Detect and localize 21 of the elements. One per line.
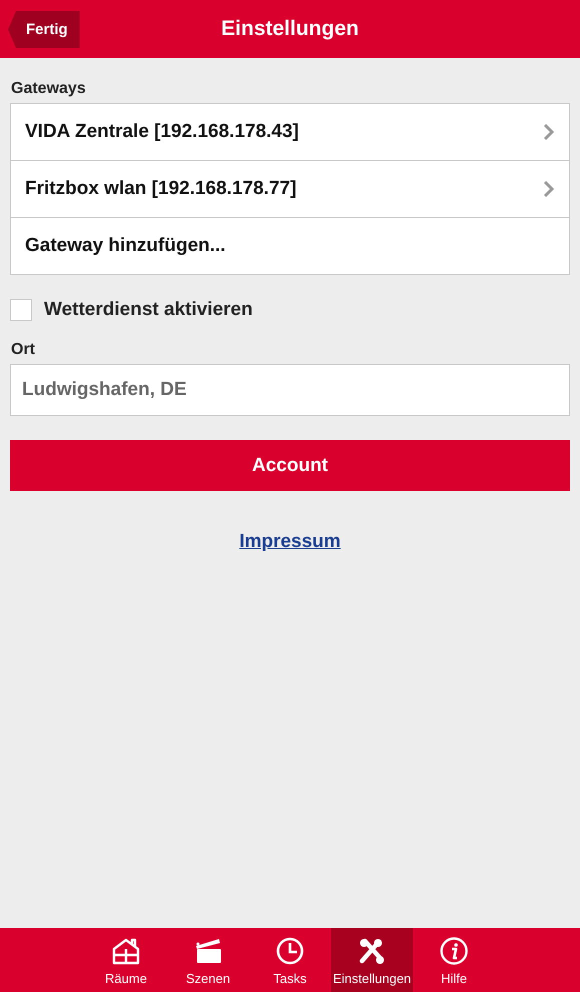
screen-title: Einstellungen (221, 17, 359, 41)
back-button[interactable]: Fertig (8, 11, 80, 48)
gateway-item[interactable]: VIDA Zentrale [192.168.178.43] (11, 104, 569, 161)
imprint-link[interactable]: Impressum (239, 531, 341, 553)
info-icon (438, 934, 470, 966)
clock-icon (274, 934, 306, 966)
checkbox[interactable] (10, 299, 32, 321)
chevron-icon (543, 124, 555, 140)
tab[interactable]: Szenen (167, 928, 249, 992)
account-button[interactable]: Account (10, 440, 570, 491)
field-label: Ort (11, 341, 36, 359)
tab[interactable]: Räume (85, 928, 167, 992)
tab[interactable]: Tasks (249, 928, 331, 992)
gateway-item[interactable]: Fritzbox wlan [192.168.178.77] (11, 161, 569, 218)
chevron-icon (543, 181, 555, 197)
tab[interactable]: Hilfe (413, 928, 495, 992)
section-label: Gateways (11, 80, 87, 98)
location-field[interactable]: Ludwigshafen, DE (10, 364, 570, 416)
gateway-item[interactable]: Gateway hinzufügen... (11, 218, 569, 274)
tab[interactable]: Einstellungen (331, 928, 413, 992)
checkbox-label: Wetterdienst aktivieren (44, 299, 253, 321)
